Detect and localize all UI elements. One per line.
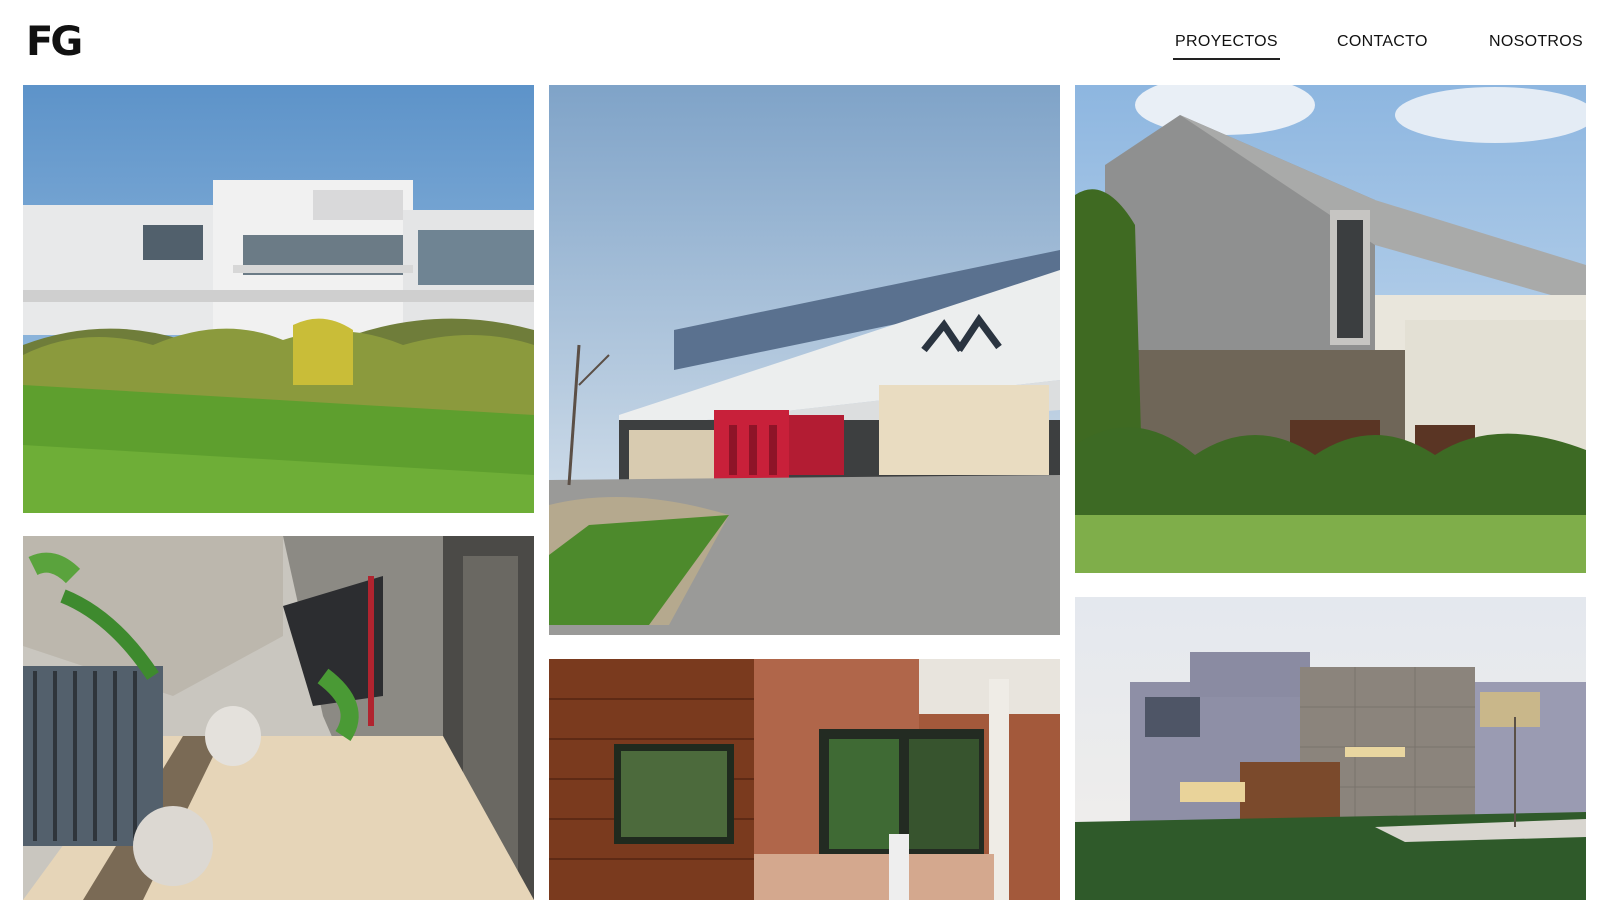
active-nav-underline: [1173, 58, 1280, 60]
project-image-1[interactable]: [23, 85, 534, 513]
nav-contacto[interactable]: CONTACTO: [1337, 33, 1428, 51]
project-image-5[interactable]: [549, 659, 1060, 900]
project-image-2[interactable]: [549, 85, 1060, 635]
project-image-4[interactable]: [23, 536, 534, 900]
site-header: FG PROYECTOS CONTACTO NOSOTROS: [0, 0, 1600, 84]
project-image-3[interactable]: [1075, 85, 1586, 573]
logo[interactable]: FG: [26, 22, 83, 62]
nav-nosotros[interactable]: NOSOTROS: [1489, 33, 1583, 51]
project-image-6[interactable]: [1075, 597, 1586, 900]
nav-proyectos[interactable]: PROYECTOS: [1175, 33, 1278, 51]
